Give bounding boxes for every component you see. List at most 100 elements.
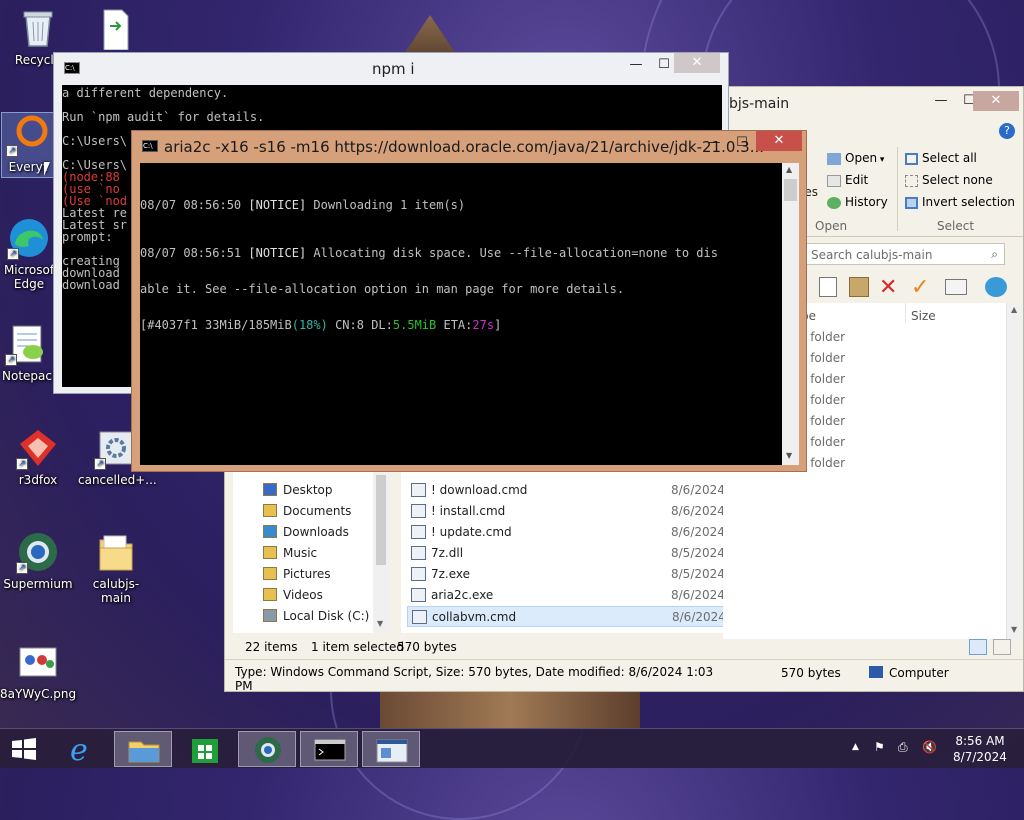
file-row[interactable]: ! install.cmd8/6/2024 1:03 PMWindows Com… [407,501,723,522]
file-rows: ! download.cmd8/6/2024 1:03 PMWindows Co… [401,471,723,633]
folder-row[interactable]: e folder [799,453,999,474]
console-scrollbar[interactable]: ▲ ▼ [782,163,799,465]
file-date: 8/6/2024 1:03 PM [671,483,723,497]
minimize-button[interactable]: — [700,133,728,153]
invert-selection-button[interactable]: Invert selection [905,195,1015,209]
start-button[interactable] [0,731,48,767]
maximize-button[interactable]: ☐ [728,133,756,153]
file-icon [411,504,426,518]
close-button[interactable]: ✕ [756,131,802,151]
minimize-button[interactable]: — [622,55,650,75]
folder-row[interactable]: e folder [799,348,999,369]
nav-item[interactable]: Downloads [233,522,371,543]
desktop-icon-notepad[interactable]: ↗ Notepac [0,322,58,383]
network-icon[interactable]: ⎙ [898,740,908,755]
scroll-down-arrow-icon[interactable]: ▼ [786,451,792,460]
desktop-icon-file[interactable] [78,6,154,53]
folder-row[interactable]: e folder [799,411,999,432]
file-row[interactable]: 7z.exe8/5/2024 6:29 PMApplication544 KB [407,564,723,585]
nav-folder-icon [263,546,277,559]
file-date: 8/6/2024 1:03 PM [671,504,723,518]
file-row[interactable]: 7z.dll8/5/2024 6:29 PMApplication extens… [407,543,723,564]
desktop-icon-r3dfox[interactable]: ↗ r3dfox [0,426,76,487]
folder-row[interactable]: e folder [799,369,999,390]
desktop-icon-calubjs-main[interactable]: calubjs-main [78,530,154,605]
globe-icon[interactable] [985,277,1007,297]
eta-value: 27s [472,318,495,332]
nav-item[interactable]: Pictures [233,564,371,585]
close-button[interactable]: ✕ [674,53,720,73]
svg-text:e: e [70,733,88,767]
shortcut-arrow-icon: ↗ [6,145,18,157]
file-icon [411,567,426,581]
folder-row[interactable]: e folder [799,327,999,348]
details-view-icon[interactable] [969,639,987,655]
help-icon[interactable]: ? [999,123,1015,139]
column-header-size[interactable]: Size [911,309,936,323]
select-all-button[interactable]: Select all [905,151,977,165]
checkmark-icon[interactable]: ✓ [911,275,929,300]
search-box[interactable]: Search calubjs-main ⌕ [805,243,1005,265]
clock[interactable]: 8:56 AM 8/7/2024 [950,733,1010,765]
delete-icon[interactable]: ✕ [879,275,897,300]
application-window-icon [376,739,408,763]
nav-scroll-down-arrow-icon[interactable]: ▼ [377,619,383,628]
clock-date: 8/7/2024 [953,750,1007,764]
file-icon [94,6,138,51]
search-icon: ⌕ [991,247,998,261]
file-icon [411,588,426,602]
desktop-icon-supermium[interactable]: ↗ Supermium [0,530,76,591]
paste-icon[interactable] [849,277,869,297]
nav-item[interactable]: Documents [233,501,371,522]
minimize-button[interactable]: — [927,91,955,111]
scroll-up-arrow-icon[interactable]: ▲ [786,165,792,174]
file-icon [412,610,427,624]
store-icon [192,739,218,763]
taskbar-store[interactable] [176,731,234,767]
status-bar: 22 items 1 item selected 570 bytes [225,633,723,659]
file-row[interactable]: aria2c.exe8/6/2024 1:03 PMApplication5,5… [407,585,723,606]
open-button[interactable]: Open ▾ [827,151,884,165]
select-none-button[interactable]: Select none [905,173,993,187]
edit-button[interactable]: Edit [827,173,868,187]
nav-scroll-thumb[interactable] [376,475,386,565]
status-selected: 1 item selected [311,640,405,654]
action-center-flag-icon[interactable]: ⚑ [874,740,885,754]
desktop-icon-png[interactable]: 8aYWyC.png [0,640,76,701]
copy-icon[interactable] [819,277,837,297]
taskbar-app[interactable] [362,731,420,767]
file-row[interactable]: ! update.cmd8/6/2024 1:03 PMWindows Comm… [407,522,723,543]
search-input[interactable]: Search calubjs-main [811,248,932,262]
aria-console-output[interactable]: 08/07 08:56:50 [NOTICE] Downloading 1 it… [140,163,782,465]
file-row[interactable]: ! download.cmd8/6/2024 1:03 PMWindows Co… [407,480,723,501]
tiles-view-icon[interactable] [993,639,1011,655]
taskbar-ie[interactable]: e [52,731,110,768]
file-explorer-icon [128,741,160,763]
npm-window-title: npm i [372,60,415,78]
volume-muted-icon[interactable]: 🔇 [922,740,937,754]
scroll-down-arrow-icon[interactable]: ▼ [1011,625,1017,634]
folder-row[interactable]: e folder [799,390,999,411]
console-line: Run `npm audit` for details. [62,110,265,124]
nav-item[interactable]: Videos [233,585,371,606]
scrollbar[interactable]: ▲ ▼ [1006,303,1023,639]
nav-scrollbar[interactable]: ▼ [373,471,389,633]
rename-icon[interactable] [945,279,967,295]
close-button[interactable]: ✕ [973,91,1019,111]
file-row[interactable]: collabvm.cmd8/6/2024 1:03 PMWindows Comm… [407,606,723,627]
taskbar-cmd[interactable] [300,731,358,767]
taskbar-file-explorer[interactable] [114,731,172,767]
history-button[interactable]: History [827,195,888,209]
download-speed: 5.5MiB [392,318,437,332]
scroll-thumb[interactable] [784,179,797,201]
aria2c-console-window[interactable]: C:\ aria2c -x16 -s16 -m16 https://downlo… [131,130,807,472]
show-hidden-icons-icon[interactable]: ▲ [852,742,859,752]
nav-item[interactable]: Desktop [233,480,371,501]
taskbar-supermium[interactable] [238,731,296,767]
folder-row[interactable]: e folder [799,432,999,453]
nav-item[interactable]: Music [233,543,371,564]
image-file-icon [16,640,60,684]
nav-item[interactable]: Local Disk (C:) [233,606,371,627]
file-name: ! install.cmd [431,504,506,518]
scroll-up-arrow-icon[interactable]: ▲ [1011,305,1017,314]
